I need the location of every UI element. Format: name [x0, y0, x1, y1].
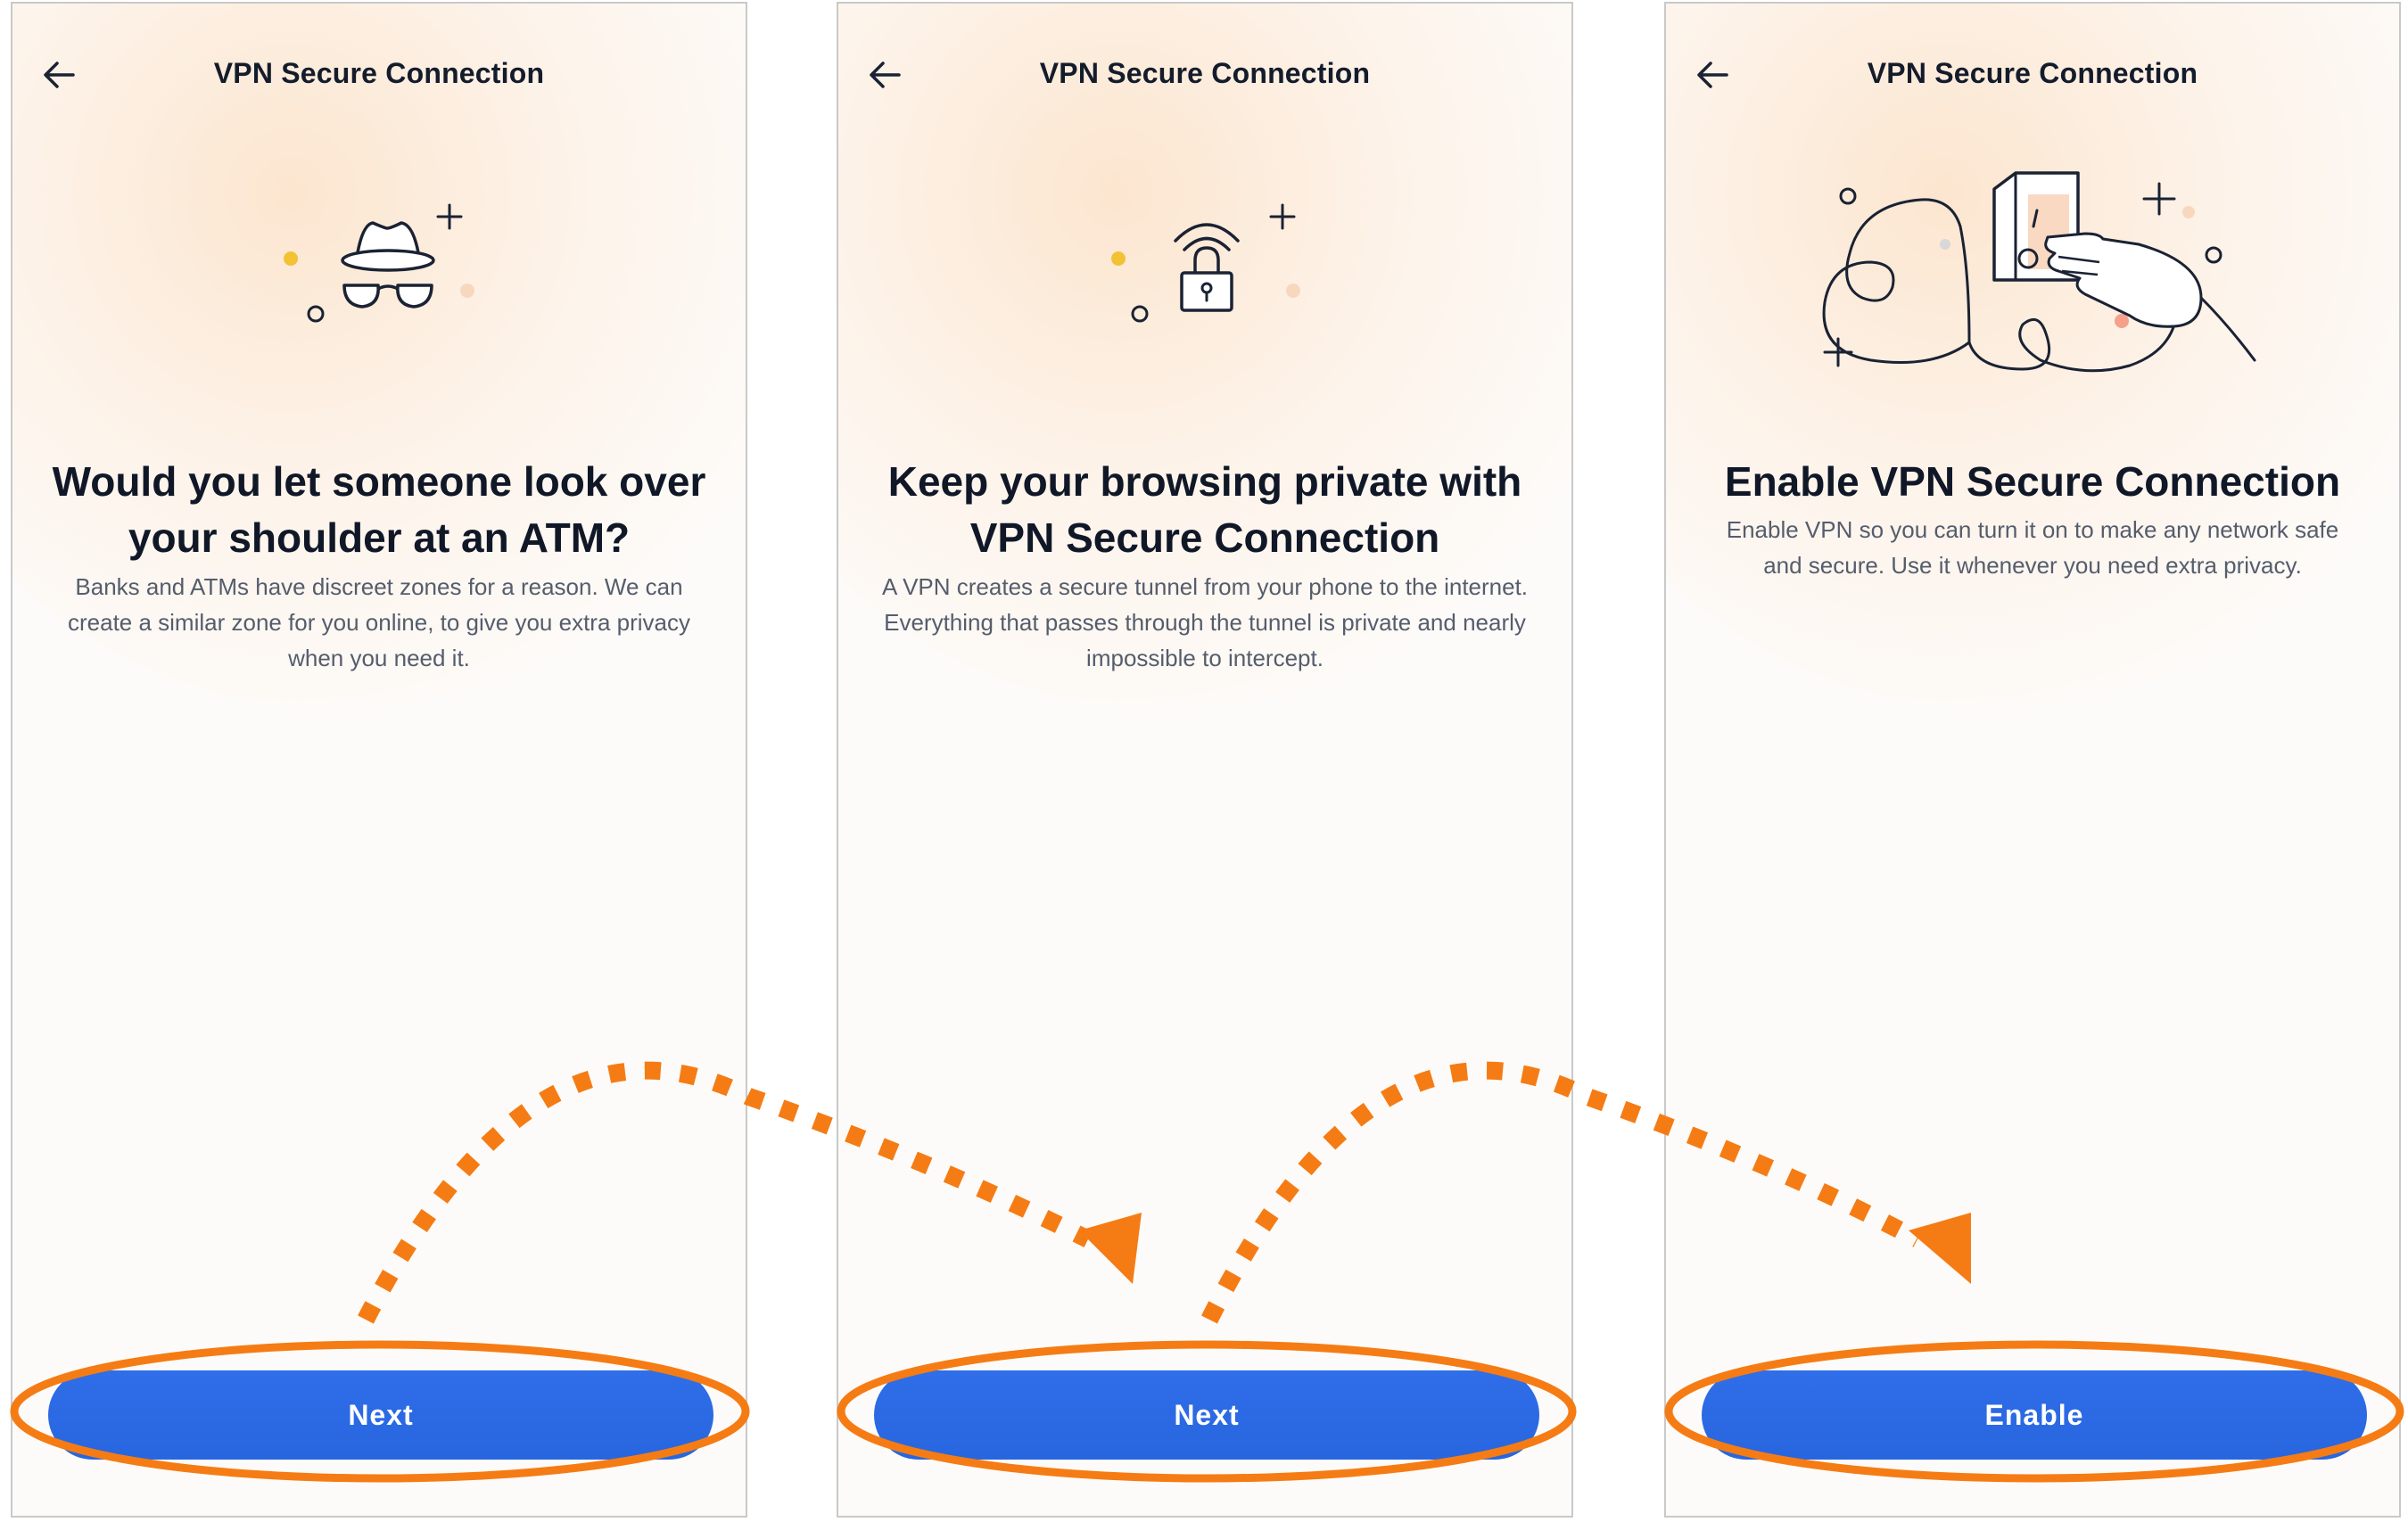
- onboarding-heading: Would you let someone look over your sho…: [39, 454, 719, 566]
- heading-line-1: Keep your browsing private with: [887, 458, 1522, 505]
- description-line-2: Everything that passes through the tunne…: [884, 609, 1526, 636]
- onboarding-description: Banks and ATMs have discreet zones for a…: [48, 569, 710, 676]
- heading-line-2: your shoulder at an ATM?: [128, 514, 631, 561]
- description-line-3: when you need it.: [288, 645, 470, 671]
- description-line-2: and secure. Use it whenever you need ext…: [1763, 552, 2302, 579]
- description-line-1: Enable VPN so you can turn it on to make…: [1726, 516, 2339, 543]
- description-line-1: A VPN creates a secure tunnel from your …: [881, 573, 1529, 600]
- onboarding-heading: Enable VPN Secure Connection: [1693, 454, 2372, 510]
- enable-button[interactable]: Enable: [1702, 1370, 2367, 1460]
- next-button[interactable]: Next: [48, 1370, 713, 1460]
- heading-line-1: Would you let someone look over: [52, 458, 706, 505]
- onboarding-screen-2: VPN Secure Connection Keep your browsing…: [837, 2, 1573, 1518]
- wifi-lock-icon: [1111, 203, 1300, 323]
- onboarding-screen-1: VPN Secure Connection Would you let some…: [11, 2, 747, 1518]
- description-line-3: impossible to intercept.: [1086, 645, 1324, 671]
- description-line-1: Banks and ATMs have discreet zones for a…: [75, 573, 683, 600]
- onboarding-screen-3: VPN Secure Connection Enable VPN Secure …: [1664, 2, 2401, 1518]
- onboarding-description: A VPN creates a secure tunnel from your …: [874, 569, 1536, 676]
- description-line-2: create a similar zone for you online, to…: [67, 609, 690, 636]
- onboarding-description: Enable VPN so you can turn it on to make…: [1702, 512, 2363, 583]
- heading-line-1: Enable VPN Secure Connection: [1724, 458, 2341, 505]
- onboarding-heading: Keep your browsing private with VPN Secu…: [865, 454, 1545, 566]
- incognito-icon: [284, 203, 474, 323]
- next-button[interactable]: Next: [874, 1370, 1539, 1460]
- heading-line-2: VPN Secure Connection: [969, 514, 1440, 561]
- hand-switch-icon: [1822, 171, 2256, 373]
